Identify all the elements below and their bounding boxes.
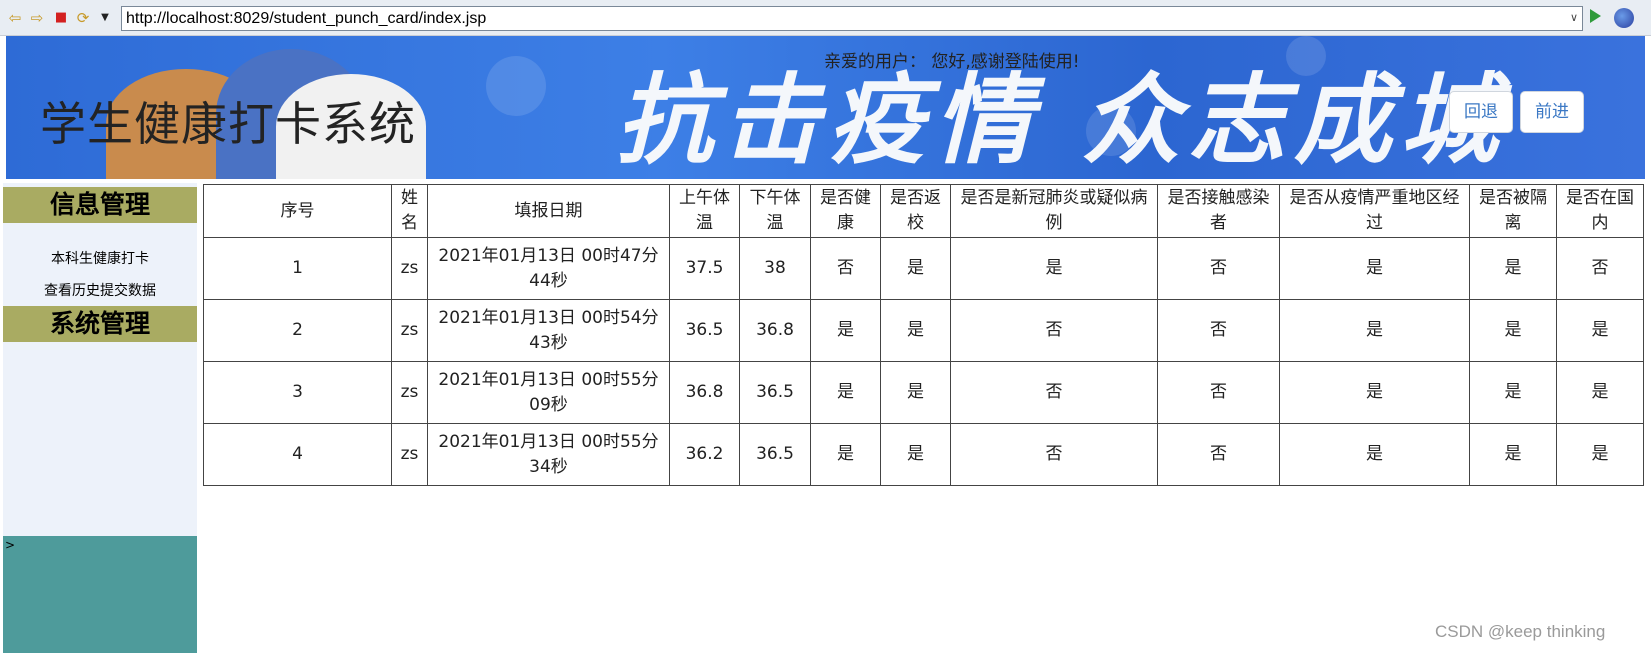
slogan-graphic: 抗击疫情 众志成城 — [616, 64, 1507, 178]
cell-name: zs — [391, 299, 428, 362]
table-row: 2 zs 2021年01月13日 00时54分43秒 36.5 36.8 是 是… — [203, 299, 1644, 362]
cell-name: zs — [391, 423, 428, 486]
section-header-info[interactable]: 信息管理 — [3, 187, 197, 223]
cell-passed-risk-area: 是 — [1279, 423, 1470, 486]
col-header-contact: 是否接触感染者 — [1157, 184, 1280, 238]
cell-date: 2021年01月13日 00时55分09秒 — [427, 361, 670, 424]
cell-date: 2021年01月13日 00时47分44秒 — [427, 237, 670, 300]
cell-am-temp: 37.5 — [669, 237, 740, 300]
section-header-system[interactable]: 系统管理 — [3, 306, 197, 342]
watermark: CSDN @keep thinking — [1435, 622, 1606, 641]
table-header-row: 序号 姓名 填报日期 上午体温 下午体温 是否健康 是否返校 是否是新冠肺炎或疑… — [203, 184, 1644, 238]
cell-date: 2021年01月13日 00时54分43秒 — [427, 299, 670, 362]
cell-index: 2 — [203, 299, 392, 362]
address-bar[interactable]: http://localhost:8029/student_punch_card… — [121, 6, 1583, 31]
col-header-name: 姓名 — [391, 184, 428, 238]
cell-passed-risk-area: 是 — [1279, 237, 1470, 300]
cell-covid-case: 是 — [950, 237, 1158, 300]
cell-domestic: 是 — [1556, 361, 1644, 424]
cell-isolated: 是 — [1469, 423, 1557, 486]
cell-index: 1 — [203, 237, 392, 300]
cell-contact: 否 — [1157, 299, 1280, 362]
forward-arrow-icon[interactable]: ⇨ — [28, 9, 46, 27]
refresh-icon[interactable]: ⟳ — [74, 9, 92, 27]
back-button[interactable]: 回退 — [1449, 91, 1513, 133]
col-header-passed-risk-area: 是否从疫情严重地区经过 — [1279, 184, 1470, 238]
cell-domestic: 是 — [1556, 299, 1644, 362]
col-header-date: 填报日期 — [427, 184, 670, 238]
browser-toolbar: ⇦ ⇨ ■ ⟳ ▼ http://localhost:8029/student_… — [0, 0, 1651, 36]
cell-covid-case: 否 — [950, 299, 1158, 362]
bottom-marker: > — [5, 538, 16, 552]
cell-isolated: 是 — [1469, 299, 1557, 362]
col-header-isolated: 是否被隔离 — [1469, 184, 1557, 238]
cell-index: 3 — [203, 361, 392, 424]
header-banner: 抗击疫情 众志成城 学生健康打卡系统 亲爱的用户： 您好,感谢登陆使用! 回退 … — [6, 36, 1645, 179]
page-title: 学生健康打卡系统 — [40, 97, 416, 151]
sidebar-item-punch[interactable]: 本科生健康打卡 — [3, 248, 197, 268]
browser-logo-icon — [1614, 8, 1634, 28]
cell-healthy: 是 — [810, 361, 881, 424]
cell-contact: 否 — [1157, 361, 1280, 424]
cell-returned: 是 — [880, 237, 951, 300]
records-table: 序号 姓名 填报日期 上午体温 下午体温 是否健康 是否返校 是否是新冠肺炎或疑… — [203, 184, 1644, 486]
cell-name: zs — [391, 361, 428, 424]
col-header-domestic: 是否在国内 — [1556, 184, 1644, 238]
cell-name: zs — [391, 237, 428, 300]
cell-pm-temp: 38 — [739, 237, 811, 300]
cell-contact: 否 — [1157, 237, 1280, 300]
cell-am-temp: 36.5 — [669, 299, 740, 362]
cell-returned: 是 — [880, 423, 951, 486]
chevron-down-icon[interactable]: ∨ — [1570, 7, 1578, 30]
table-row: 4 zs 2021年01月13日 00时55分34秒 36.2 36.5 是 是… — [203, 423, 1644, 486]
col-header-healthy: 是否健康 — [810, 184, 881, 238]
go-icon[interactable] — [1590, 9, 1601, 23]
cell-pm-temp: 36.5 — [739, 361, 811, 424]
cell-domestic: 否 — [1556, 237, 1644, 300]
cell-am-temp: 36.8 — [669, 361, 740, 424]
cell-returned: 是 — [880, 361, 951, 424]
cell-pm-temp: 36.5 — [739, 423, 811, 486]
sidebar-bottom-panel: > — [3, 536, 197, 653]
stop-icon[interactable]: ■ — [52, 9, 70, 27]
cell-date: 2021年01月13日 00时55分34秒 — [427, 423, 670, 486]
col-header-pm-temp: 下午体温 — [739, 184, 811, 238]
welcome-message: 亲爱的用户： 您好,感谢登陆使用! — [824, 52, 1080, 72]
table-row: 1 zs 2021年01月13日 00时47分44秒 37.5 38 否 是 是… — [203, 237, 1644, 300]
cell-contact: 否 — [1157, 423, 1280, 486]
table-row: 3 zs 2021年01月13日 00时55分09秒 36.8 36.5 是 是… — [203, 361, 1644, 424]
sidebar: 信息管理 本科生健康打卡 查看历史提交数据 系统管理 > — [3, 183, 197, 653]
cell-healthy: 是 — [810, 423, 881, 486]
col-header-returned: 是否返校 — [880, 184, 951, 238]
history-dropdown-icon[interactable]: ▼ — [96, 9, 114, 27]
cell-isolated: 是 — [1469, 361, 1557, 424]
url-text: http://localhost:8029/student_punch_card… — [126, 10, 487, 27]
col-header-index: 序号 — [203, 184, 392, 238]
cell-domestic: 是 — [1556, 423, 1644, 486]
cell-covid-case: 否 — [950, 361, 1158, 424]
virus-decoration-icon — [486, 56, 546, 116]
cell-passed-risk-area: 是 — [1279, 299, 1470, 362]
col-header-covid-case: 是否是新冠肺炎或疑似病例 — [950, 184, 1158, 238]
cell-pm-temp: 36.8 — [739, 299, 811, 362]
cell-healthy: 否 — [810, 237, 881, 300]
cell-covid-case: 否 — [950, 423, 1158, 486]
cell-am-temp: 36.2 — [669, 423, 740, 486]
cell-healthy: 是 — [810, 299, 881, 362]
cell-index: 4 — [203, 423, 392, 486]
cell-returned: 是 — [880, 299, 951, 362]
forward-button[interactable]: 前进 — [1520, 91, 1584, 133]
cell-isolated: 是 — [1469, 237, 1557, 300]
cell-passed-risk-area: 是 — [1279, 361, 1470, 424]
col-header-am-temp: 上午体温 — [669, 184, 740, 238]
back-arrow-icon[interactable]: ⇦ — [6, 9, 24, 27]
sidebar-item-history[interactable]: 查看历史提交数据 — [3, 280, 197, 300]
